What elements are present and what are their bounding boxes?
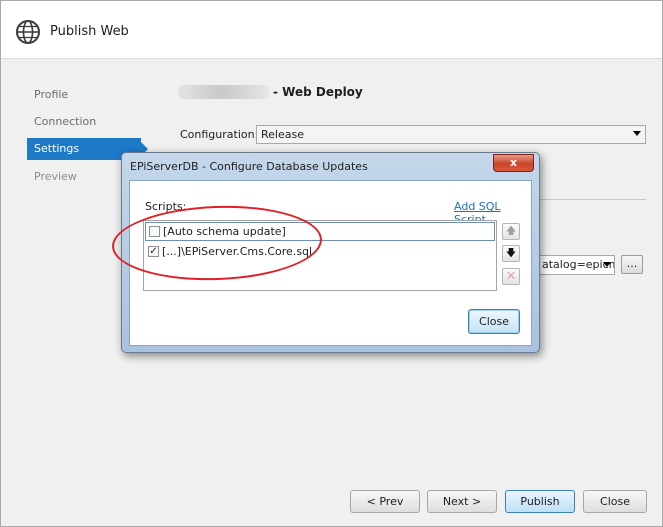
chevron-down-icon (603, 262, 611, 267)
section-divider (533, 199, 646, 200)
page-heading: - Web Deploy (273, 85, 363, 99)
connection-string-select[interactable]: atalog=epicms (539, 255, 615, 275)
sidebar-item-profile[interactable]: Profile (27, 84, 141, 106)
prev-button[interactable]: < Prev (350, 490, 420, 513)
dialog-title: EPiServerDB - Configure Database Updates (130, 160, 368, 173)
next-button[interactable]: Next > (427, 490, 497, 513)
sidebar-item-connection[interactable]: Connection (27, 111, 141, 133)
dialog-close-icon[interactable]: x (493, 154, 534, 172)
configuration-label: Configuration: (180, 128, 259, 141)
delete-icon[interactable]: ✕ (502, 268, 520, 285)
redacted-profile-name (178, 85, 270, 99)
browse-connection-button[interactable]: ... (621, 255, 643, 274)
window-title: Publish Web (50, 24, 129, 39)
configuration-select[interactable]: Release (256, 125, 646, 144)
title-bar: Publish Web (1, 1, 662, 59)
globe-icon (16, 20, 40, 44)
move-up-icon[interactable]: 🡅 (502, 223, 520, 240)
chevron-down-icon (633, 131, 641, 136)
dialog-close-button[interactable]: Close (468, 309, 520, 334)
move-down-icon[interactable]: 🡇 (502, 245, 520, 262)
configuration-value: Release (261, 128, 304, 141)
publish-button[interactable]: Publish (505, 490, 575, 513)
close-button[interactable]: Close (583, 490, 647, 513)
